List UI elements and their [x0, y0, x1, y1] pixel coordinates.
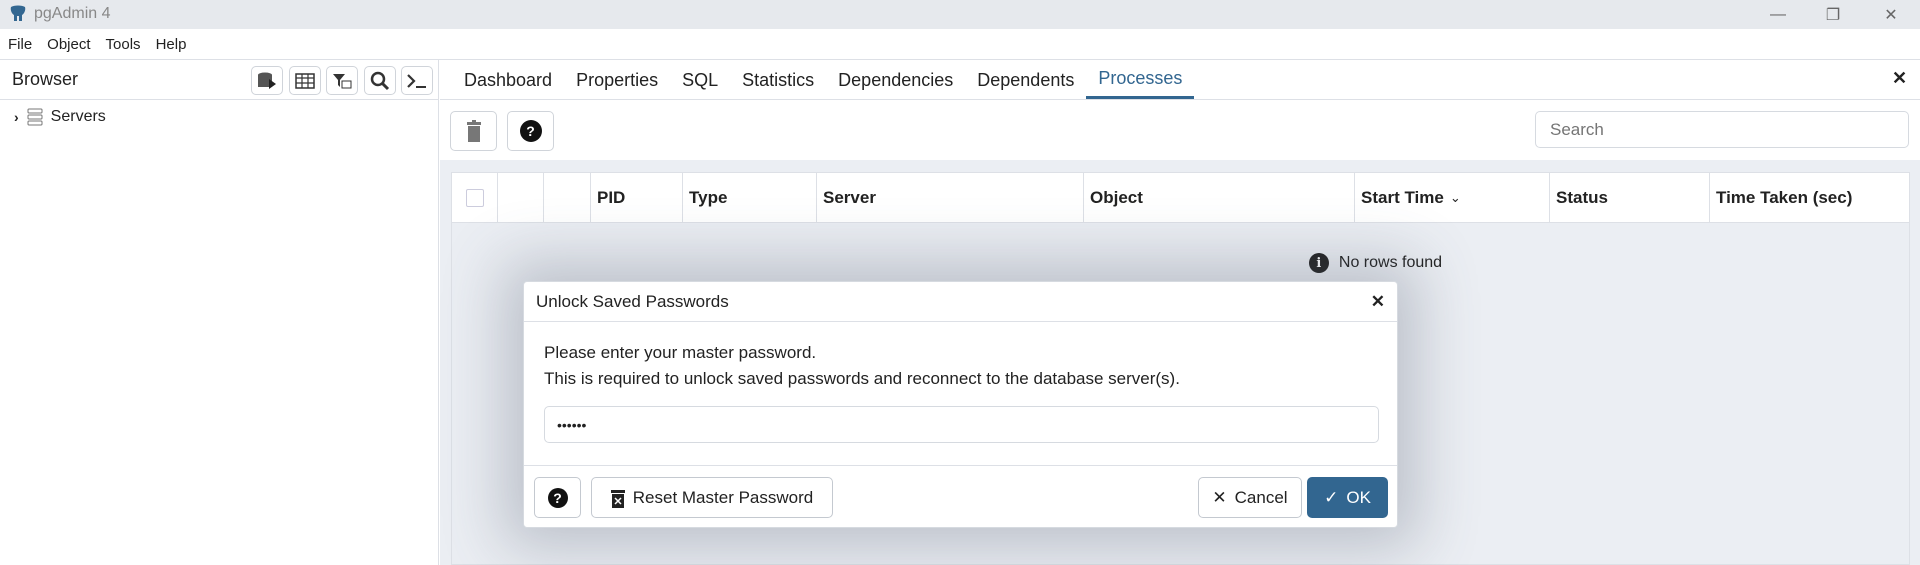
tab-dashboard[interactable]: Dashboard [452, 60, 564, 99]
pgadmin-logo-icon [10, 5, 26, 21]
dialog-footer: ? Reset Master Password ✕ Cancel ✓ OK [524, 465, 1397, 528]
check-icon: ✓ [1324, 487, 1339, 507]
dialog-title: Unlock Saved Passwords [536, 291, 729, 311]
tree-item-label: Servers [50, 108, 106, 125]
dialog-message-line2: This is required to unlock saved passwor… [544, 369, 1180, 388]
processes-toolbar: ? [440, 100, 1920, 160]
dialog-header: Unlock Saved Passwords ✕ [524, 282, 1397, 322]
column-header-type[interactable]: Type [683, 173, 817, 222]
restore-button[interactable]: ❐ [1808, 0, 1858, 29]
help-icon: ? [519, 120, 542, 142]
close-icon: ✕ [1212, 487, 1227, 507]
master-password-input[interactable] [544, 406, 1379, 443]
ok-label: OK [1346, 487, 1371, 507]
search-objects-button[interactable] [364, 66, 396, 95]
menu-object[interactable]: Object [47, 36, 90, 53]
browser-title: Browser [12, 69, 79, 89]
column-label: Start Time [1361, 187, 1444, 207]
query-tool-button[interactable] [251, 66, 283, 95]
no-rows-text: No rows found [1338, 254, 1443, 271]
tab-processes[interactable]: Processes [1086, 60, 1195, 99]
search-icon [370, 71, 390, 90]
tab-statistics[interactable]: Statistics [730, 60, 826, 99]
browser-panel: Browser › Servers [0, 60, 439, 565]
tab-properties[interactable]: Properties [564, 60, 670, 99]
select-all-checkbox[interactable] [465, 188, 484, 207]
delete-button[interactable] [450, 111, 497, 151]
select-all-cell [452, 173, 498, 222]
help-button[interactable]: ? [507, 111, 554, 151]
menu-help[interactable]: Help [156, 36, 187, 53]
minimize-button[interactable]: — [1753, 0, 1803, 29]
reset-master-password-button[interactable]: Reset Master Password [591, 477, 833, 518]
chevron-down-icon: ⌄ [1449, 189, 1461, 205]
tree-item-servers[interactable]: › Servers [14, 108, 106, 126]
cancel-label: Cancel [1234, 487, 1288, 507]
database-play-icon [258, 72, 276, 89]
close-panel-icon[interactable]: ✕ [1892, 68, 1907, 89]
info-icon: i [1308, 253, 1329, 273]
cancel-button[interactable]: ✕ Cancel [1198, 477, 1302, 518]
column-header-pid[interactable]: PID [591, 173, 683, 222]
column-header-start-time[interactable]: Start Time ⌄ [1355, 173, 1550, 222]
tab-bar: Dashboard Properties SQL Statistics Depe… [440, 60, 1920, 100]
chevron-right-icon[interactable]: › [14, 109, 19, 125]
servers-icon [27, 108, 43, 126]
menu-bar: File Object Tools Help [0, 29, 1920, 60]
reset-label: Reset Master Password [632, 487, 814, 507]
table-icon [295, 72, 315, 89]
column-header-status[interactable]: Status [1550, 173, 1710, 222]
close-window-button[interactable]: ✕ [1866, 0, 1916, 29]
column-header-object[interactable]: Object [1084, 173, 1355, 222]
search-input[interactable] [1535, 111, 1909, 148]
tab-dependents[interactable]: Dependents [965, 60, 1086, 99]
empty-message: i No rows found [452, 253, 1909, 273]
dialog-body: Please enter your master password. This … [524, 322, 1397, 443]
trash-icon [466, 120, 481, 142]
app-title: pgAdmin 4 [34, 5, 111, 22]
view-data-button[interactable] [289, 66, 321, 95]
menu-tools[interactable]: Tools [106, 36, 141, 53]
menu-file[interactable]: File [8, 36, 32, 53]
filter-rows-button[interactable] [326, 66, 358, 95]
grid-header: PID Type Server Object Start Time ⌄ Statu… [452, 173, 1909, 223]
tab-sql[interactable]: SQL [670, 60, 730, 99]
column-header [498, 173, 544, 222]
column-header-time-taken[interactable]: Time Taken (sec) [1710, 173, 1909, 222]
dialog-help-button[interactable]: ? [534, 477, 581, 518]
unlock-passwords-dialog: Unlock Saved Passwords ✕ Please enter yo… [523, 281, 1398, 528]
close-dialog-icon[interactable]: ✕ [1371, 292, 1385, 312]
help-icon: ? [547, 487, 568, 508]
tab-dependencies[interactable]: Dependencies [826, 60, 965, 99]
terminal-icon [407, 73, 426, 88]
dialog-message-line1: Please enter your master password. [544, 343, 817, 362]
column-header [544, 173, 591, 222]
filter-table-icon [333, 73, 352, 88]
title-bar: pgAdmin 4 — ❐ ✕ [0, 0, 1920, 29]
column-header-server[interactable]: Server [817, 173, 1084, 222]
trash-x-icon [610, 489, 625, 508]
ok-button[interactable]: ✓ OK [1307, 477, 1388, 518]
psql-tool-button[interactable] [401, 66, 433, 95]
